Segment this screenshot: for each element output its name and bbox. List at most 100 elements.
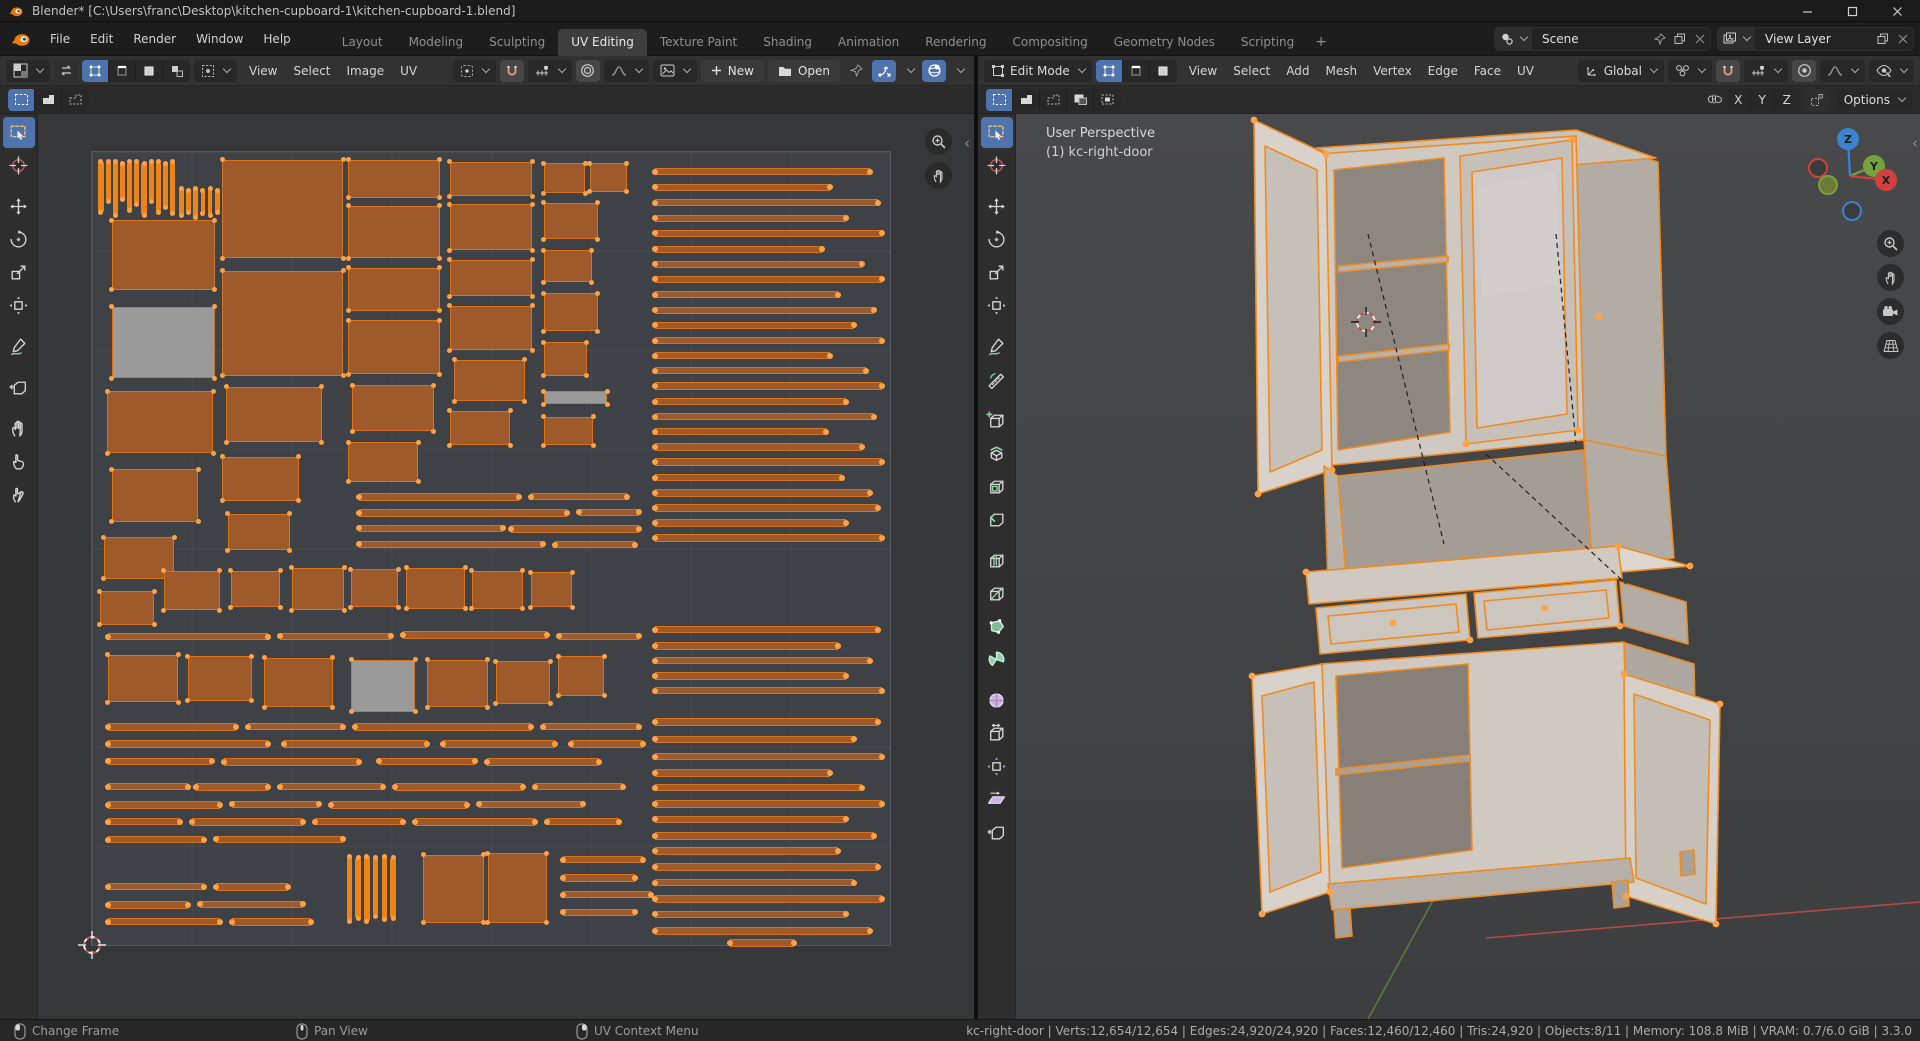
uv-vertex-dot[interactable]	[651, 443, 658, 450]
uv-vertex-dot[interactable]	[541, 442, 547, 448]
uv-vertex-dot[interactable]	[541, 236, 547, 242]
uv-vertex-dot[interactable]	[349, 428, 355, 434]
uv-vertex-dot[interactable]	[200, 836, 207, 843]
uv-vertex-dot[interactable]	[447, 201, 452, 207]
select-mode-new[interactable]	[8, 88, 35, 111]
uv-vertex-dot[interactable]	[547, 701, 553, 707]
uv-vertex-dot[interactable]	[651, 769, 658, 776]
uv-vertex-dot[interactable]	[879, 458, 886, 465]
tab-scripting[interactable]: Scripting	[1228, 29, 1307, 56]
uv-vertex-dot[interactable]	[651, 168, 658, 175]
uv-sync-selection-toggle[interactable]	[54, 59, 78, 82]
uv-vertex-dot[interactable]	[178, 185, 184, 191]
uv-island[interactable]	[654, 879, 855, 887]
uv-vertex-dot[interactable]	[875, 199, 882, 206]
mesh-face[interactable]	[1333, 157, 1451, 451]
uv-island[interactable]	[654, 260, 863, 269]
uv-vertex-dot[interactable]	[451, 398, 457, 404]
uv-island[interactable]	[654, 672, 847, 681]
view-layer-selector[interactable]: View Layer	[1717, 26, 1914, 51]
uv-island[interactable]	[543, 163, 586, 194]
uv-vertex-dot[interactable]	[579, 801, 586, 808]
uv-menu-view[interactable]: View	[241, 61, 285, 81]
uv-island[interactable]	[654, 735, 855, 743]
mesh-vertex-dot[interactable]	[1620, 670, 1628, 678]
mesh-vertex-dot[interactable]	[1614, 542, 1622, 550]
uv-vertex-dot[interactable]	[424, 657, 430, 663]
uv-vertex-dot[interactable]	[210, 450, 216, 456]
uv-vertex-dot[interactable]	[217, 607, 223, 613]
uv-island[interactable]	[193, 188, 199, 218]
tab-modeling[interactable]: Modeling	[396, 29, 477, 56]
uv-island[interactable]	[654, 306, 875, 315]
uv-island[interactable]	[348, 205, 440, 259]
tool-rotate[interactable]	[981, 224, 1013, 255]
uv-island[interactable]	[350, 569, 399, 608]
uv-vertex-dot[interactable]	[193, 214, 199, 220]
uv-vertex-dot[interactable]	[264, 633, 271, 640]
gizmo-axis-negative[interactable]	[1842, 201, 1862, 221]
tab-sculpting[interactable]: Sculpting	[476, 29, 558, 56]
uv-island[interactable]	[359, 540, 543, 548]
uv-vertex-dot[interactable]	[437, 371, 443, 377]
tool-rip-region[interactable]	[3, 372, 35, 403]
uv-island[interactable]	[479, 800, 583, 808]
uv-vertex-dot[interactable]	[447, 193, 452, 199]
uv-island[interactable]	[730, 939, 795, 948]
uv-island[interactable]	[315, 818, 404, 826]
new-view-layer-icon[interactable]	[1873, 28, 1893, 50]
uv-vertex-dot[interactable]	[651, 816, 658, 823]
uv-vertex-dot[interactable]	[431, 382, 437, 388]
view-layer-browse-icon[interactable]	[1718, 27, 1755, 50]
viewport-menu-vertex[interactable]: Vertex	[1365, 61, 1420, 81]
uv-2d-cursor[interactable]	[77, 930, 107, 960]
uv-vertex-dot[interactable]	[151, 588, 157, 594]
uv-vertex-dot[interactable]	[651, 657, 658, 664]
uv-island[interactable]	[654, 427, 827, 436]
tab-geometry-nodes[interactable]: Geometry Nodes	[1101, 29, 1228, 56]
uv-island[interactable]	[148, 161, 154, 202]
uv-island[interactable]	[403, 630, 547, 639]
uv-canvas[interactable]: ‹	[38, 114, 974, 1019]
uv-vertex-dot[interactable]	[171, 534, 177, 540]
uv-vertex-dot[interactable]	[185, 698, 191, 704]
uv-vertex-dot[interactable]	[522, 357, 528, 363]
uv-vertex-dot[interactable]	[447, 159, 452, 165]
viewport-canvas[interactable]: User Perspective (1) kc-right-door ZYX ‹	[1016, 114, 1920, 1019]
uv-island[interactable]	[654, 642, 839, 650]
uv-vertex-dot[interactable]	[163, 160, 169, 166]
uv-vertex-dot[interactable]	[220, 758, 227, 765]
uv-island[interactable]	[562, 873, 635, 882]
uv-island[interactable]	[141, 163, 147, 216]
mesh-face[interactable]	[1478, 172, 1560, 298]
uv-vertex-dot[interactable]	[464, 801, 471, 808]
uv-pan-button[interactable]	[925, 162, 952, 189]
uv-snap-toggle[interactable]	[499, 59, 524, 82]
uv-vertex-dot[interactable]	[559, 909, 566, 916]
tab-rendering[interactable]: Rendering	[912, 29, 999, 56]
uv-island[interactable]	[654, 534, 882, 542]
uv-overlays-dropdown[interactable]	[950, 60, 968, 82]
uv-vertex-dot[interactable]	[539, 541, 546, 548]
uv-vertex-dot[interactable]	[101, 576, 107, 582]
mesh-face[interactable]	[1575, 135, 1667, 457]
viewport-menu-face[interactable]: Face	[1466, 61, 1509, 81]
uv-vertex-dot[interactable]	[827, 769, 834, 776]
uv-vertex-dot[interactable]	[651, 800, 658, 807]
uv-vertex-dot[interactable]	[276, 783, 283, 790]
uv-island[interactable]	[134, 161, 140, 205]
uv-island[interactable]	[279, 783, 384, 791]
uv-vertex-dot[interactable]	[595, 758, 602, 765]
uv-vertex-dot[interactable]	[639, 856, 646, 863]
uv-vertex-dot[interactable]	[541, 401, 547, 407]
uv-vertex-dot[interactable]	[424, 704, 430, 710]
mesh-face[interactable]	[1679, 849, 1696, 877]
uv-vertex-dot[interactable]	[349, 382, 355, 388]
uv-vertex-dot[interactable]	[519, 784, 526, 791]
uv-vertex-dot[interactable]	[651, 534, 658, 541]
uv-vertex-dot[interactable]	[843, 398, 850, 405]
uv-vertex-dot[interactable]	[651, 736, 658, 743]
uv-vertex-dot[interactable]	[105, 198, 111, 204]
uv-vertex-dot[interactable]	[356, 758, 363, 765]
uv-island[interactable]	[654, 167, 871, 176]
